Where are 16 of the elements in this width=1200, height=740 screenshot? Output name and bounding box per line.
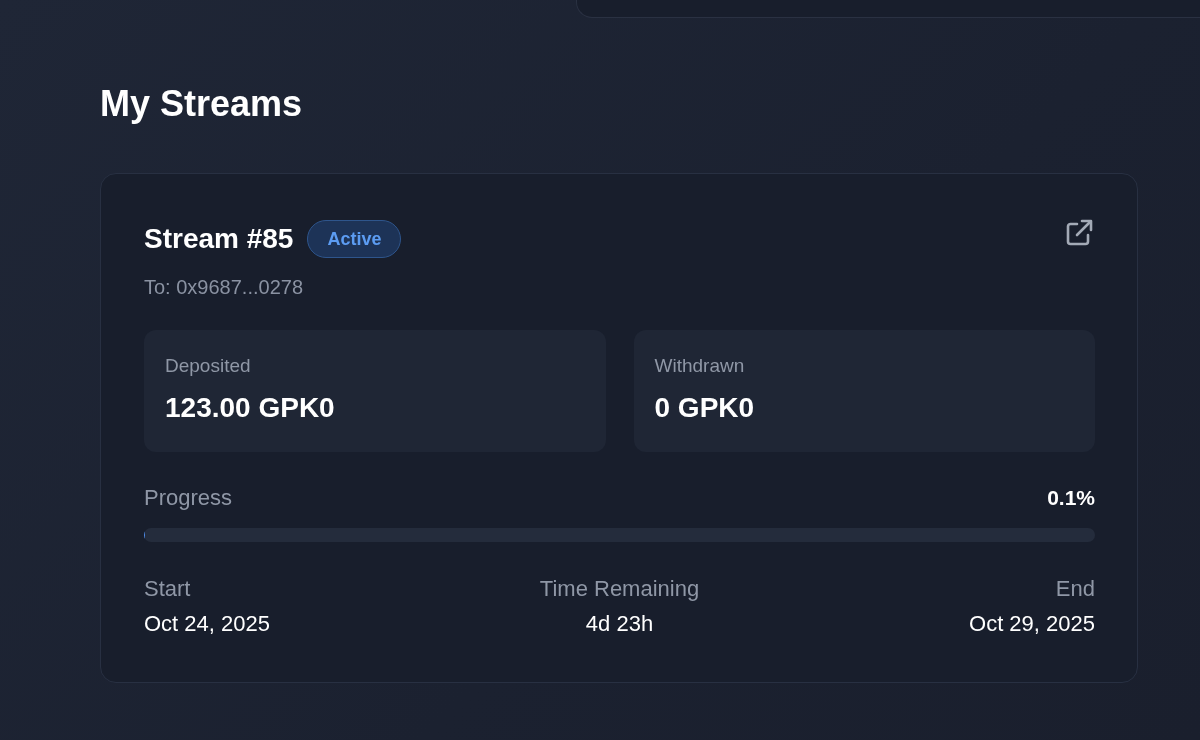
progress-percentage: 0.1%	[1047, 485, 1095, 511]
stat-label: Deposited	[165, 355, 251, 377]
timeline-value: 4d 23h	[585, 611, 654, 637]
timeline-label: Start	[144, 576, 191, 602]
status-badge: Active	[307, 220, 402, 258]
recipient-address: To: 0x9687...0278	[144, 275, 303, 300]
stat-value: 0 GPK0	[654, 391, 755, 425]
stream-title: Stream #85	[144, 222, 294, 256]
stat-label: Withdrawn	[654, 355, 745, 377]
stat-value: 123.00 GPK0	[165, 391, 335, 425]
timeline-label: End	[1055, 576, 1095, 602]
page-title: My Streams	[100, 82, 303, 126]
timeline-value: Oct 29, 2025	[969, 611, 1095, 637]
progress-label: Progress	[144, 484, 233, 512]
timeline-value: Oct 24, 2025	[144, 611, 270, 637]
timeline-label: Time Remaining	[539, 576, 700, 602]
